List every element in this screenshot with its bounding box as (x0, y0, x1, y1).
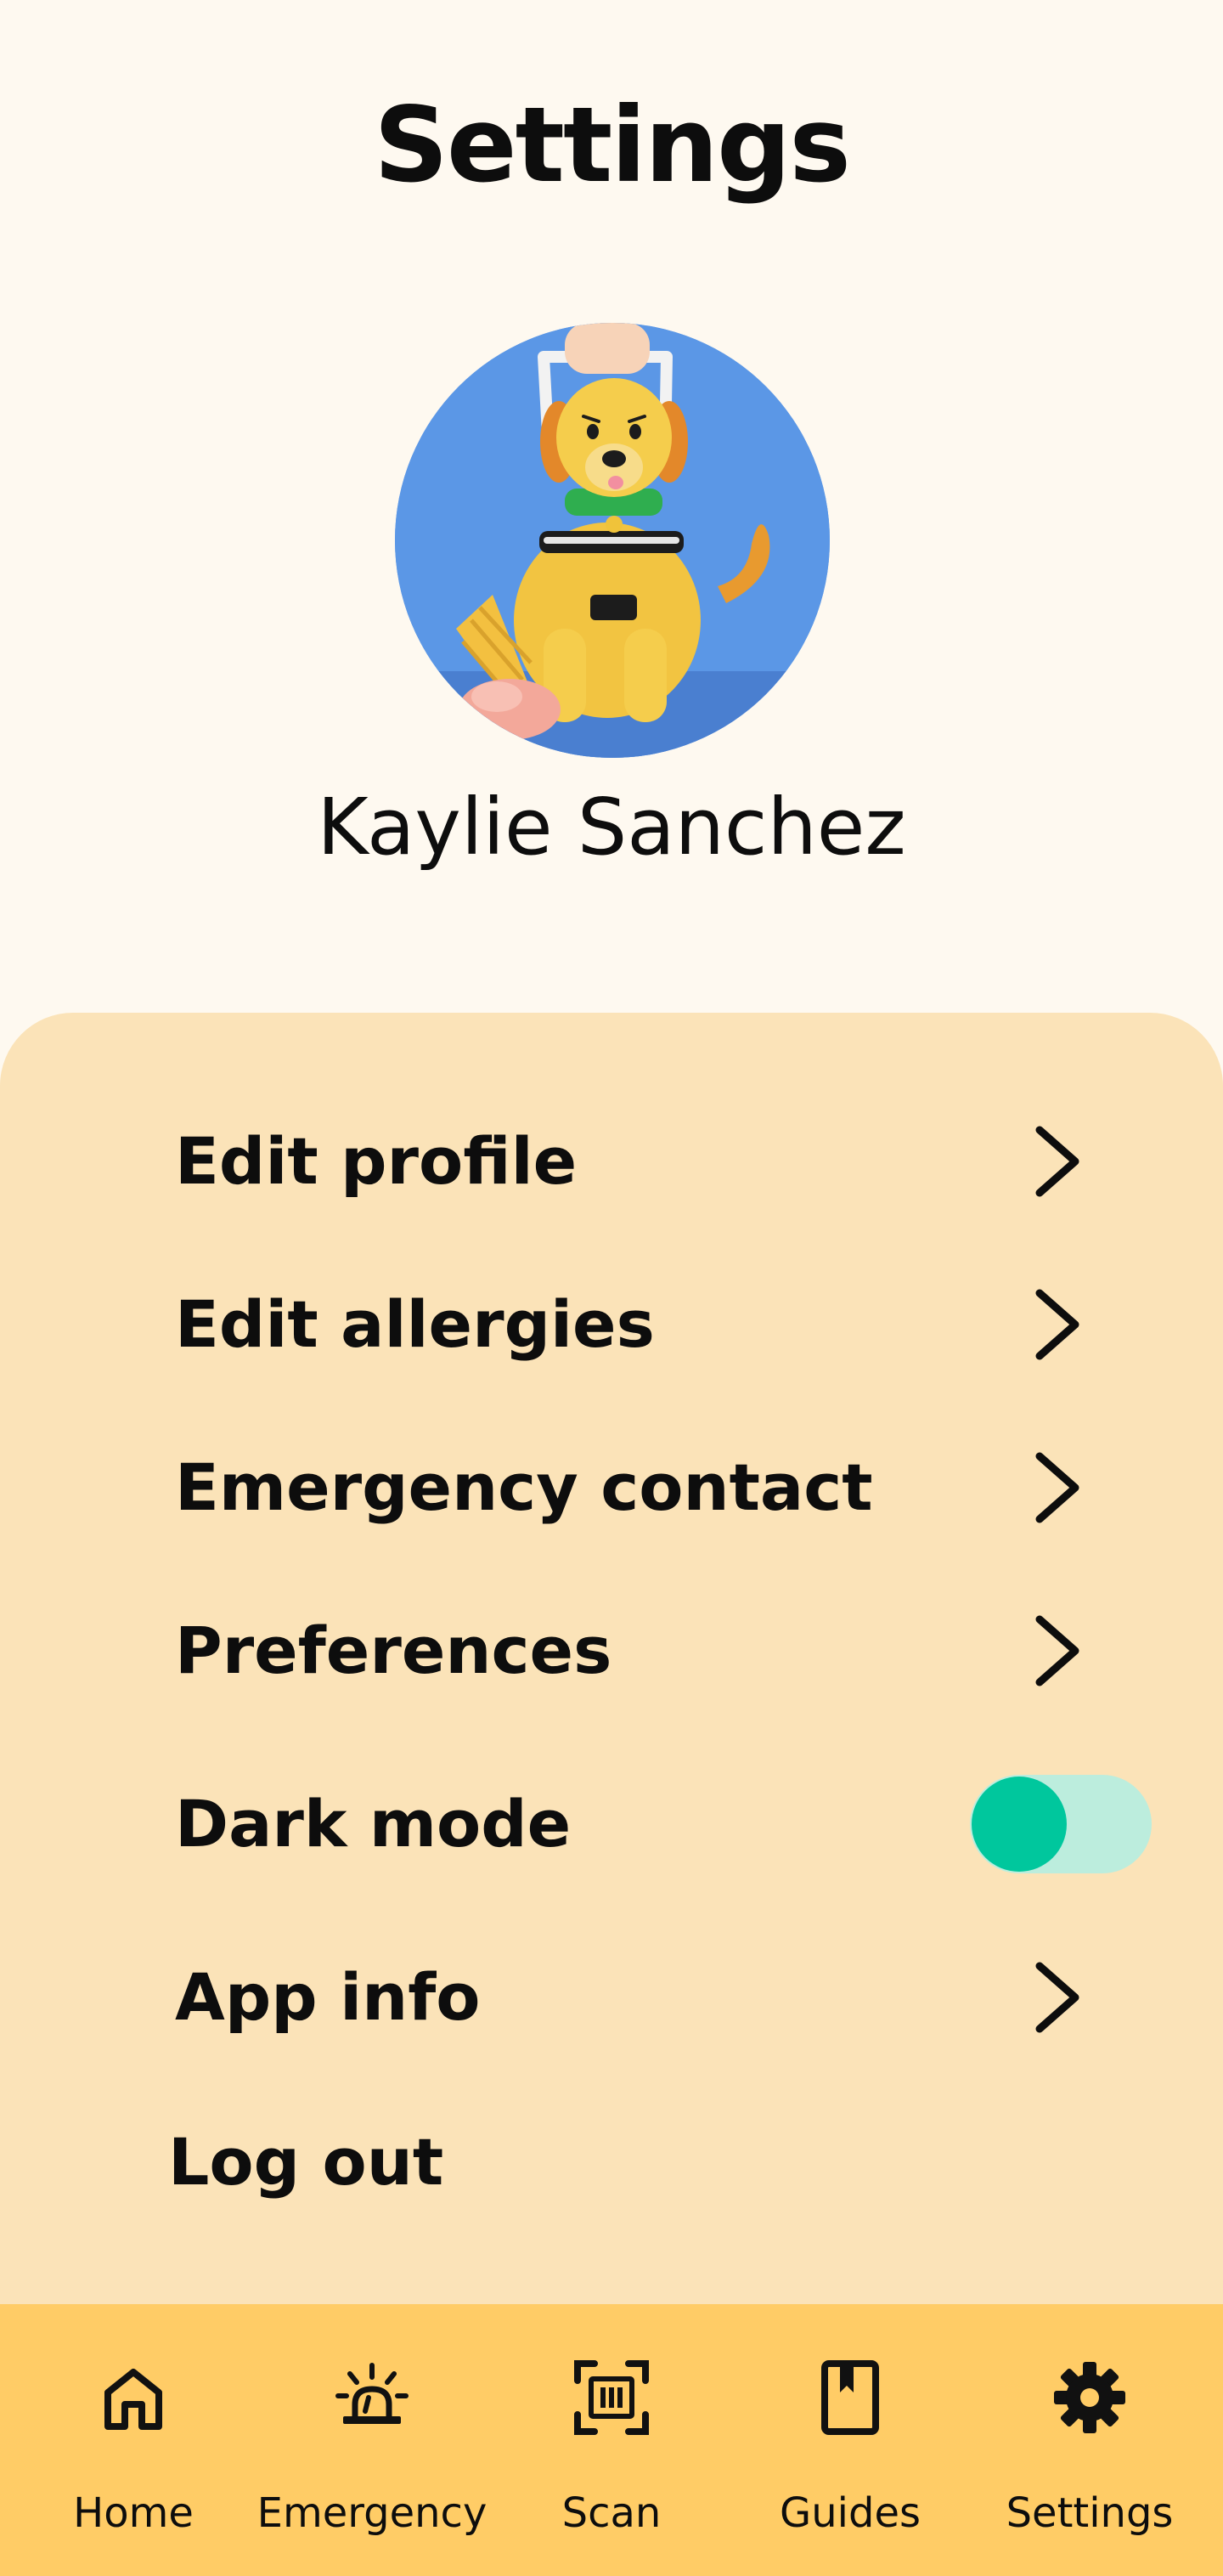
menu-item-edit-profile[interactable]: Edit profile (0, 1098, 1223, 1225)
menu-item-app-info[interactable]: App info (0, 1934, 1223, 2061)
nav-item-emergency[interactable]: Emergency (253, 2304, 491, 2576)
menu-item-label: Preferences (175, 1613, 612, 1688)
chevron-right-icon (1035, 1452, 1079, 1523)
nav-label: Home (73, 2489, 194, 2537)
bottom-navigation: Home Emergency Scan Guides Settings (0, 2304, 1223, 2576)
chevron-right-icon (1035, 1289, 1079, 1360)
nav-label: Scan (561, 2489, 662, 2537)
menu-item-label: Edit allergies (175, 1286, 655, 1362)
menu-item-dark-mode: Dark mode (0, 1760, 1223, 1888)
nav-label: Emergency (256, 2489, 488, 2537)
menu-item-label: Edit profile (175, 1123, 578, 1199)
book-icon (821, 2360, 879, 2435)
user-name: Kaylie Sanchez (317, 782, 906, 873)
nav-label: Guides (780, 2489, 921, 2537)
chevron-right-icon (1035, 1126, 1079, 1197)
home-icon (104, 2369, 162, 2430)
page-title: Settings (374, 85, 851, 206)
log-out-label: Log out (168, 2124, 444, 2200)
avatar[interactable] (395, 323, 830, 758)
siren-icon (335, 2363, 409, 2424)
menu-item-edit-allergies[interactable]: Edit allergies (0, 1261, 1223, 1388)
toggle-knob (972, 1777, 1067, 1872)
chevron-right-icon (1035, 1615, 1079, 1686)
nav-item-guides[interactable]: Guides (731, 2304, 969, 2576)
chevron-right-icon (1035, 1962, 1079, 2033)
menu-item-label: App info (175, 1959, 481, 2035)
nav-item-home[interactable]: Home (14, 2304, 252, 2576)
barcode-scan-icon (574, 2360, 649, 2435)
menu-item-preferences[interactable]: Preferences (0, 1587, 1223, 1715)
settings-panel: Edit profile Edit allergies Emergency co… (0, 1013, 1223, 2304)
gear-icon (1054, 2362, 1125, 2433)
menu-item-label: Dark mode (175, 1786, 572, 1861)
nav-label: Settings (1006, 2489, 1174, 2537)
nav-item-scan[interactable]: Scan (493, 2304, 730, 2576)
dog-avatar-icon (395, 323, 830, 758)
menu-item-emergency-contact[interactable]: Emergency contact (0, 1424, 1223, 1551)
dark-mode-toggle[interactable] (970, 1775, 1152, 1873)
log-out-button[interactable]: Log out (0, 2099, 1223, 2226)
nav-item-settings[interactable]: Settings (971, 2304, 1209, 2576)
menu-item-label: Emergency contact (175, 1449, 873, 1525)
